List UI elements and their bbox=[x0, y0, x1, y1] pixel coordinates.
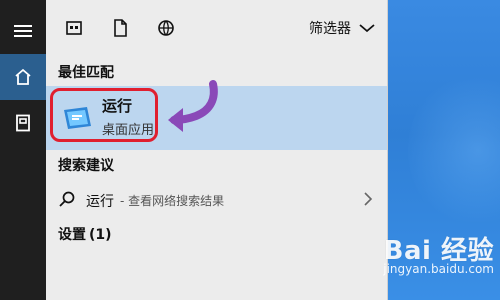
apps-icon bbox=[66, 21, 82, 35]
filter-label: 筛选器 bbox=[309, 21, 351, 37]
search-panel: 筛选器 最佳匹配 运行 桌面应用 搜索建议 运行 - 查看网络搜索结果 设置 (… bbox=[46, 0, 388, 300]
chevron-down-icon bbox=[359, 24, 375, 33]
toolbar-documents-button[interactable] bbox=[106, 14, 134, 42]
suggestion-text: 运行 bbox=[86, 194, 114, 210]
annotation-arrow-icon bbox=[168, 80, 218, 132]
best-match-name: 运行 bbox=[102, 97, 133, 115]
desktop-background bbox=[388, 0, 500, 300]
notebook-icon bbox=[16, 114, 30, 132]
filter-dropdown[interactable]: 筛选器 bbox=[309, 14, 375, 42]
menu-button[interactable] bbox=[0, 8, 46, 54]
best-match-subtitle: 桌面应用 bbox=[102, 123, 155, 138]
screenshot-root: 筛选器 最佳匹配 运行 桌面应用 搜索建议 运行 - 查看网络搜索结果 设置 (… bbox=[0, 0, 500, 300]
search-suggestion-row[interactable]: 运行 - 查看网络搜索结果 bbox=[46, 184, 387, 216]
document-icon bbox=[114, 19, 127, 37]
search-icon bbox=[59, 191, 75, 207]
search-toolbar: 筛选器 bbox=[46, 0, 387, 56]
desktop-glow bbox=[408, 70, 500, 230]
start-left-rail bbox=[0, 0, 46, 300]
toolbar-web-button[interactable] bbox=[152, 14, 180, 42]
run-icon bbox=[64, 107, 91, 129]
chevron-right-icon bbox=[364, 192, 373, 206]
notebook-button[interactable] bbox=[0, 100, 46, 146]
settings-count: (1) bbox=[89, 227, 112, 243]
settings-label: 设置 bbox=[58, 227, 86, 243]
suggestion-detail: - 查看网络搜索结果 bbox=[120, 194, 225, 208]
best-match-item[interactable]: 运行 桌面应用 bbox=[46, 80, 387, 150]
hamburger-icon bbox=[14, 25, 32, 37]
home-button[interactable] bbox=[0, 54, 46, 100]
web-icon bbox=[158, 20, 174, 36]
search-suggestions-heading: 搜索建议 bbox=[58, 158, 114, 174]
run-app-icon bbox=[60, 101, 94, 135]
toolbar-apps-button[interactable] bbox=[60, 14, 88, 42]
settings-heading[interactable]: 设置 (1) bbox=[58, 224, 112, 244]
home-icon bbox=[15, 68, 31, 85]
best-match-heading: 最佳匹配 bbox=[58, 65, 114, 81]
